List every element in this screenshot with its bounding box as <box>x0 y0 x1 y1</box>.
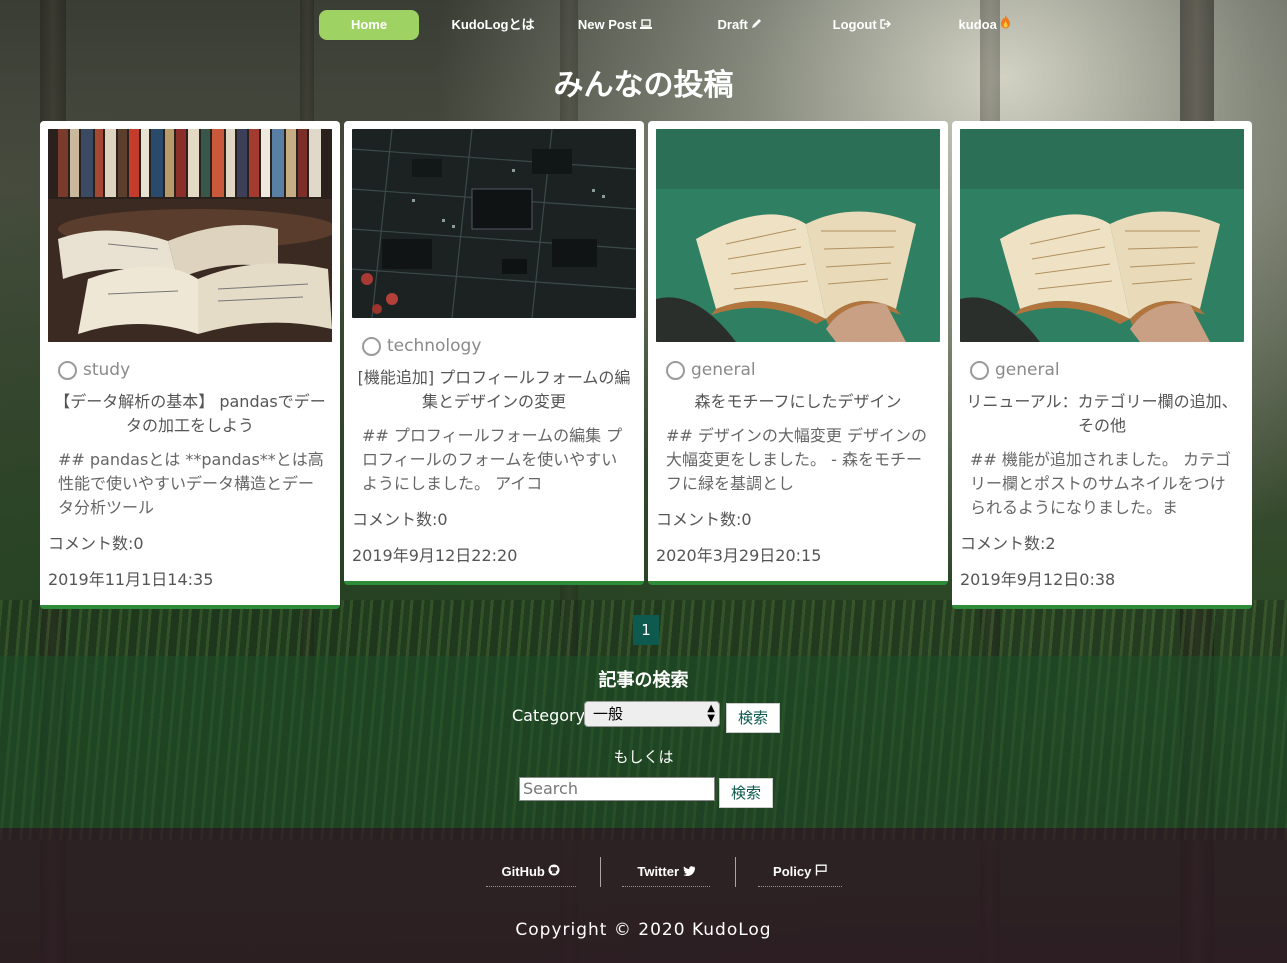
copyright: Copyright © 2020 KudoLog <box>515 920 772 940</box>
post-comment-count: コメント数:2 <box>960 534 1056 553</box>
github-label: GitHub <box>501 864 545 879</box>
top-nav: Home KudoLogとは New Post Draft Logout kud… <box>0 10 1287 40</box>
policy-link[interactable]: Policy <box>758 864 842 887</box>
category-select[interactable]: 一般 ▲ ▼ <box>584 701 720 727</box>
post-comment-count: コメント数:0 <box>656 510 752 529</box>
github-icon <box>548 864 560 879</box>
post-comment-count: コメント数:0 <box>48 534 144 553</box>
post-category[interactable]: study <box>58 360 332 380</box>
twitter-link[interactable]: Twitter <box>622 864 710 887</box>
post-thumbnail-circuit[interactable] <box>352 129 636 318</box>
laptop-icon <box>640 17 653 32</box>
post-title[interactable]: 【データ解析の基本】 pandasでデータの加工をしよう <box>48 390 332 438</box>
post-excerpt: ## pandasとは **pandas**とは高性能で使いやすいデータ構造とデ… <box>58 450 324 517</box>
category-label: study <box>83 360 131 380</box>
footer-divider <box>600 857 601 887</box>
search-input[interactable]: Search <box>519 777 715 801</box>
post-comment-count: コメント数:0 <box>352 510 448 529</box>
post-card[interactable]: technology [機能追加] プロフィールフォームの編集とデザインの変更 … <box>344 121 644 585</box>
post-excerpt: ## プロフィールフォームの編集 プロフィールのフォームを使いやすいようにしまし… <box>362 426 623 493</box>
search-section: 記事の検索 Category: 一般 ▲ ▼ 検索 もしくは Search 検索 <box>0 656 1287 828</box>
nav-about-link[interactable]: KudoLogとは <box>448 10 538 40</box>
post-thumbnail-reading[interactable] <box>656 129 940 342</box>
post-date: 2019年11月1日14:35 <box>48 570 214 589</box>
category-label: general <box>691 360 756 380</box>
page-title: みんなの投稿 <box>553 68 734 103</box>
post-date: 2019年9月12日0:38 <box>960 570 1116 589</box>
policy-label: Policy <box>773 864 812 879</box>
post-title[interactable]: リニューアル：カテゴリー欄の追加、その他 <box>960 390 1244 438</box>
twitter-icon <box>682 864 695 879</box>
post-title[interactable]: [機能追加] プロフィールフォームの編集とデザインの変更 <box>352 366 636 414</box>
category-label: technology <box>387 336 482 356</box>
nav-user-link[interactable]: kudoa <box>945 10 1025 40</box>
post-date: 2020年3月29日20:15 <box>656 546 822 565</box>
nav-home-link[interactable]: Home <box>319 10 419 40</box>
footer: GitHub Twitter Policy Copyright © 2020 K… <box>0 828 1287 963</box>
category-circle-icon <box>666 360 685 380</box>
post-excerpt: ## 機能が追加されました。 カテゴリー欄とポストのサムネイルをつけられるように… <box>970 450 1231 517</box>
category-search-button[interactable]: 検索 <box>726 703 780 733</box>
nav-new-post-link[interactable]: New Post <box>570 10 660 40</box>
nav-draft-label: Draft <box>717 17 748 32</box>
category-label: Category: <box>512 706 590 725</box>
sign-out-icon <box>880 17 892 32</box>
footer-divider <box>735 857 736 887</box>
flag-icon <box>815 864 827 879</box>
post-title[interactable]: 森をモチーフにしたデザイン <box>656 390 940 414</box>
category-label: general <box>995 360 1060 380</box>
post-thumbnail-books[interactable] <box>48 129 332 342</box>
pagination-page-1[interactable]: 1 <box>633 615 659 645</box>
nav-logout-link[interactable]: Logout <box>822 10 902 40</box>
nav-user-label: kudoa <box>958 17 997 32</box>
twitter-label: Twitter <box>637 864 680 879</box>
search-title: 記事の検索 <box>598 670 689 691</box>
post-card[interactable]: general リニューアル：カテゴリー欄の追加、その他 ## 機能が追加されま… <box>952 121 1252 609</box>
nav-draft-link[interactable]: Draft <box>700 10 780 40</box>
post-thumbnail-reading[interactable] <box>960 129 1244 342</box>
category-select-value: 一般 <box>593 705 624 723</box>
fire-icon <box>1000 15 1011 32</box>
post-excerpt: ## デザインの大幅変更 デザインの大幅変更をしました。 - 森をモチーフに緑を… <box>666 426 927 493</box>
post-category[interactable]: general <box>970 360 1244 380</box>
post-card[interactable]: study 【データ解析の基本】 pandasでデータの加工をしよう ## pa… <box>40 121 340 609</box>
category-circle-icon <box>58 360 77 380</box>
github-link[interactable]: GitHub <box>486 864 576 887</box>
post-card[interactable]: general 森をモチーフにしたデザイン ## デザインの大幅変更 デザインの… <box>648 121 948 585</box>
post-category[interactable]: general <box>666 360 940 380</box>
keyword-search-button[interactable]: 検索 <box>719 778 773 808</box>
nav-logout-label: Logout <box>832 17 877 32</box>
nav-new-post-label: New Post <box>577 17 637 32</box>
category-circle-icon <box>362 336 381 356</box>
category-circle-icon <box>970 360 989 380</box>
pencil-icon <box>751 17 762 32</box>
post-category[interactable]: technology <box>362 336 636 356</box>
select-arrows-icon: ▲ ▼ <box>707 703 715 724</box>
post-date: 2019年9月12日22:20 <box>352 546 518 565</box>
or-label: もしくは <box>613 748 674 766</box>
